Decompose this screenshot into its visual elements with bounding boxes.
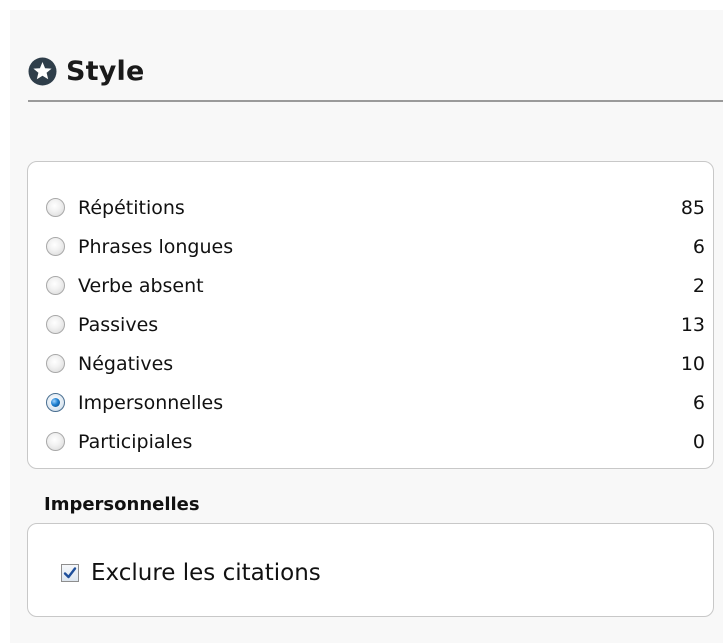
radio-button[interactable] <box>46 354 65 373</box>
radio-button[interactable] <box>46 432 65 451</box>
radio-button[interactable] <box>46 276 65 295</box>
exclude-quotes-checkbox[interactable] <box>61 564 79 582</box>
list-item-count: 10 <box>680 352 705 375</box>
list-item[interactable]: Passives 13 <box>46 305 705 344</box>
radio-button[interactable] <box>46 198 65 217</box>
list-item-count: 6 <box>692 391 705 414</box>
header-divider <box>28 100 723 102</box>
list-item-label: Passives <box>78 313 159 336</box>
list-item-count: 85 <box>680 196 705 219</box>
list-item-count: 0 <box>692 430 705 453</box>
list-item-label: Négatives <box>78 352 174 375</box>
checkmark-icon <box>63 567 77 579</box>
list-item[interactable]: Verbe absent 2 <box>46 266 705 305</box>
panel-title: Style <box>66 55 145 87</box>
list-item[interactable]: Participiales 0 <box>46 422 705 461</box>
radio-button[interactable] <box>46 315 65 334</box>
list-item-count: 2 <box>692 274 705 297</box>
options-section-title: Impersonnelles <box>44 494 200 515</box>
list-item[interactable]: Négatives 10 <box>46 344 705 383</box>
style-panel: Style Répétitions 85 Phrases longues 6 V… <box>10 10 723 643</box>
list-item-count: 13 <box>680 313 705 336</box>
list-item[interactable]: Répétitions 85 <box>46 188 705 227</box>
list-item[interactable]: Phrases longues 6 <box>46 227 705 266</box>
list-item-label: Phrases longues <box>78 235 234 258</box>
exclude-quotes-label: Exclure les citations <box>91 560 321 586</box>
list-item-label: Impersonnelles <box>78 391 224 414</box>
panel-header: Style <box>28 50 145 92</box>
list-item-label: Répétitions <box>78 196 185 219</box>
list-item[interactable]: Impersonnelles 6 <box>46 383 705 422</box>
style-list-box: Répétitions 85 Phrases longues 6 Verbe a… <box>27 161 714 469</box>
radio-button[interactable] <box>46 393 65 412</box>
exclude-quotes-option[interactable]: Exclure les citations <box>61 560 321 586</box>
style-list: Répétitions 85 Phrases longues 6 Verbe a… <box>46 188 705 461</box>
options-box: Exclure les citations <box>27 523 714 617</box>
radio-button[interactable] <box>46 237 65 256</box>
list-item-label: Participiales <box>78 430 193 453</box>
star-circle-icon <box>28 57 57 85</box>
list-item-count: 6 <box>692 235 705 258</box>
list-item-label: Verbe absent <box>78 274 204 297</box>
